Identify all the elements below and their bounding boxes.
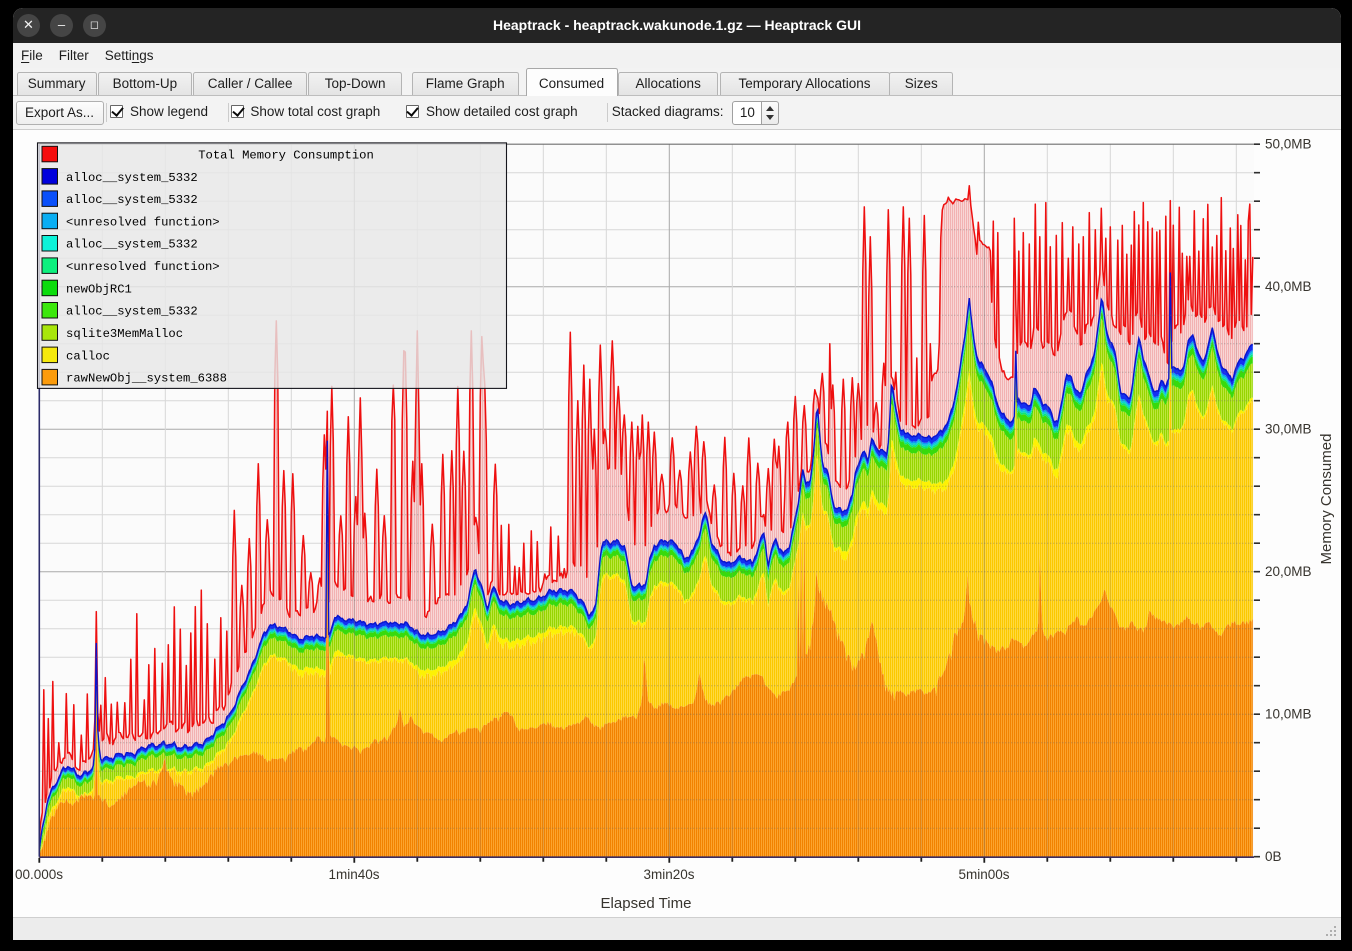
svg-text:rawNewObj__system_6388: rawNewObj__system_6388 (66, 372, 227, 386)
svg-text:3min20s: 3min20s (643, 867, 694, 882)
svg-text:00.000s: 00.000s (15, 867, 63, 882)
svg-text:0B: 0B (1265, 849, 1282, 864)
svg-text:<unresolved function>: <unresolved function> (66, 260, 220, 274)
svg-text:Total Memory Consumption: Total Memory Consumption (198, 149, 374, 163)
svg-text:alloc__system_5332: alloc__system_5332 (66, 193, 198, 207)
svg-text:30,0MB: 30,0MB (1265, 422, 1312, 437)
svg-text:40,0MB: 40,0MB (1265, 279, 1312, 294)
svg-text:5min00s: 5min00s (958, 867, 1009, 882)
svg-text:alloc__system_5332: alloc__system_5332 (66, 171, 198, 185)
svg-text:Memory Consumed: Memory Consumed (1318, 434, 1335, 565)
svg-text:<unresolved function>: <unresolved function> (66, 215, 220, 229)
svg-text:sqlite3MemMalloc: sqlite3MemMalloc (66, 327, 183, 341)
svg-text:alloc__system_5332: alloc__system_5332 (66, 305, 198, 319)
svg-text:calloc: calloc (66, 349, 110, 363)
svg-text:20,0MB: 20,0MB (1265, 564, 1312, 579)
svg-text:Elapsed Time: Elapsed Time (601, 895, 692, 912)
svg-text:newObjRC1: newObjRC1 (66, 282, 132, 296)
svg-text:alloc__system_5332: alloc__system_5332 (66, 238, 198, 252)
svg-text:10,0MB: 10,0MB (1265, 707, 1312, 722)
svg-text:50,0MB: 50,0MB (1265, 137, 1312, 152)
svg-text:1min40s: 1min40s (328, 867, 379, 882)
